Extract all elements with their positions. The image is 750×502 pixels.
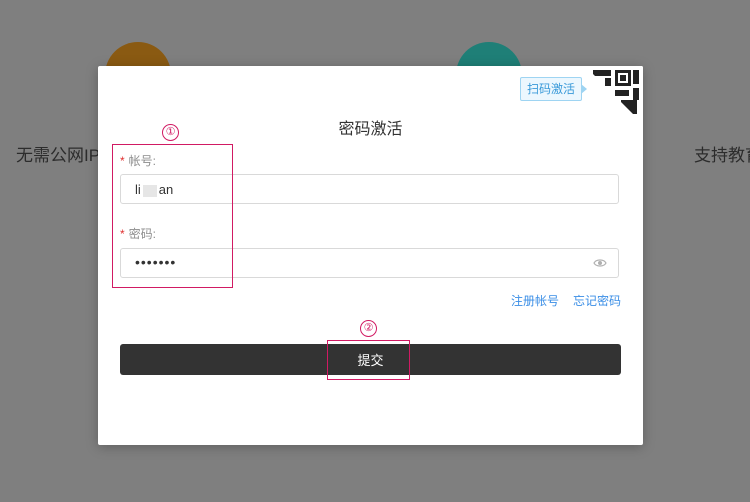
feature-text-left: 无需公网IP [16,146,101,165]
annotation-box-2 [327,340,410,380]
register-link[interactable]: 注册帐号 [511,294,559,308]
annotation-number-1: ① [162,124,179,141]
forgot-password-link[interactable]: 忘记密码 [573,294,621,308]
auth-links: 注册帐号 忘记密码 [497,292,621,309]
dialog-title: 密码激活 [338,121,403,138]
feature-text-right: 支持教育 [694,146,750,165]
annotation-number-2: ② [360,320,377,337]
qr-activation-tag[interactable]: 扫码激活 [520,77,588,101]
annotation-box-1 [112,144,233,288]
eye-icon[interactable] [593,257,607,272]
